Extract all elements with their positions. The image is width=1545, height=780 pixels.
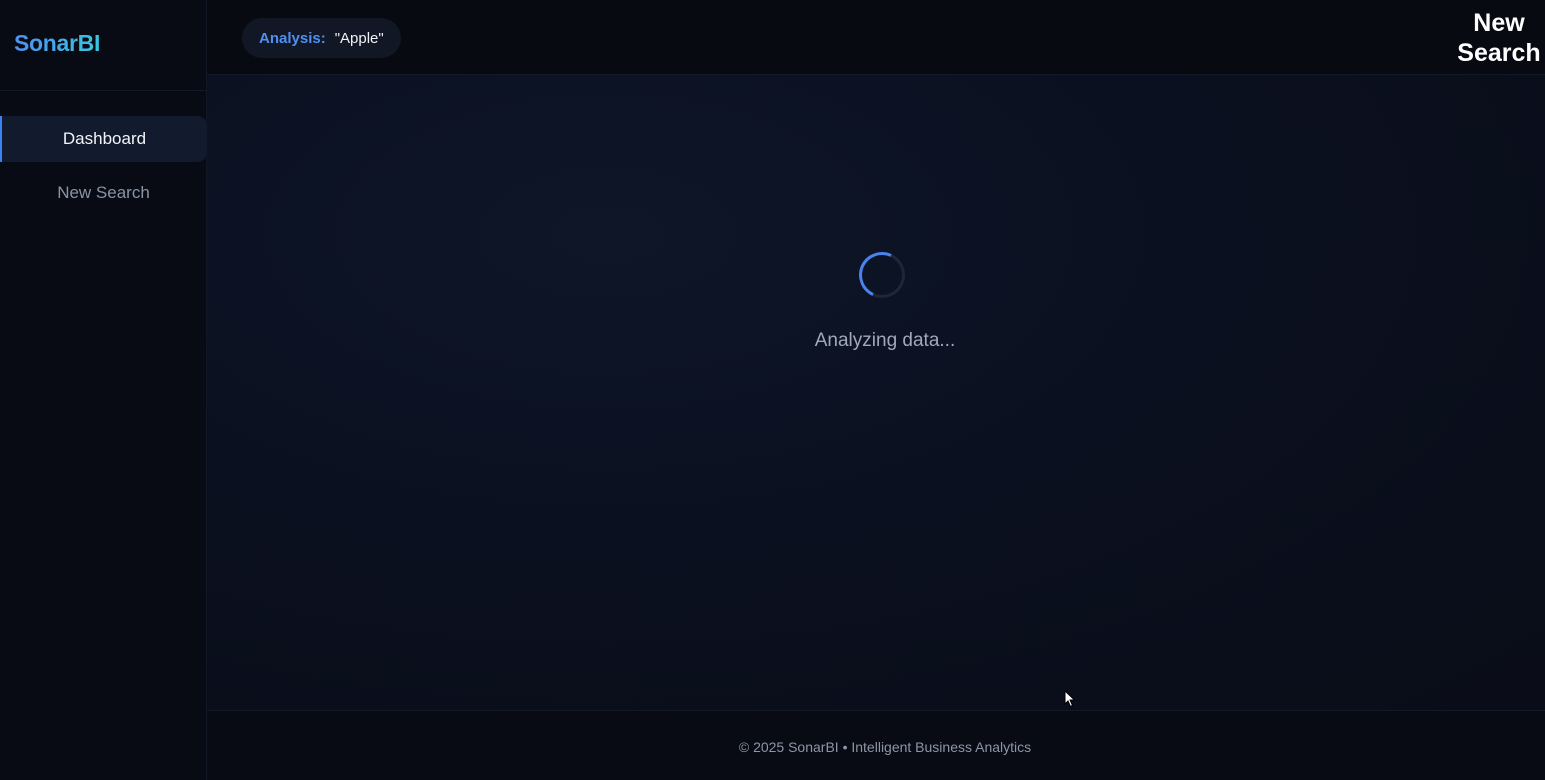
app-window: SonarBI Dashboard New Search Analysis: "…	[0, 0, 1545, 780]
new-search-button[interactable]: New Search	[1453, 8, 1545, 68]
sidebar-item-new-search[interactable]: New Search	[0, 170, 207, 216]
mouse-pointer-icon	[1064, 690, 1076, 708]
sidebar-item-label: New Search	[57, 183, 150, 202]
brand-logo[interactable]: SonarBI	[14, 30, 100, 57]
sidebar-item-dashboard[interactable]: Dashboard	[0, 116, 207, 162]
main-content: Analyzing data...	[207, 75, 1545, 710]
footer: © 2025 SonarBI • Intelligent Business An…	[207, 710, 1545, 780]
footer-copyright: © 2025 SonarBI • Intelligent Business An…	[738, 739, 1032, 755]
top-header: Analysis: "Apple" New Search	[207, 0, 1545, 75]
loading-message: Analyzing data...	[814, 330, 956, 351]
new-search-button-label-line1: New	[1473, 9, 1525, 37]
loading-spinner-icon	[852, 245, 912, 305]
analysis-query-value: "Apple"	[334, 29, 384, 47]
sidebar: SonarBI Dashboard New Search	[0, 0, 207, 780]
sidebar-item-label: Dashboard	[62, 129, 147, 148]
analysis-label: Analysis:	[259, 29, 326, 47]
sidebar-divider	[0, 90, 207, 91]
new-search-button-label-line2: Search	[1457, 39, 1541, 67]
analysis-badge: Analysis: "Apple"	[242, 18, 401, 58]
